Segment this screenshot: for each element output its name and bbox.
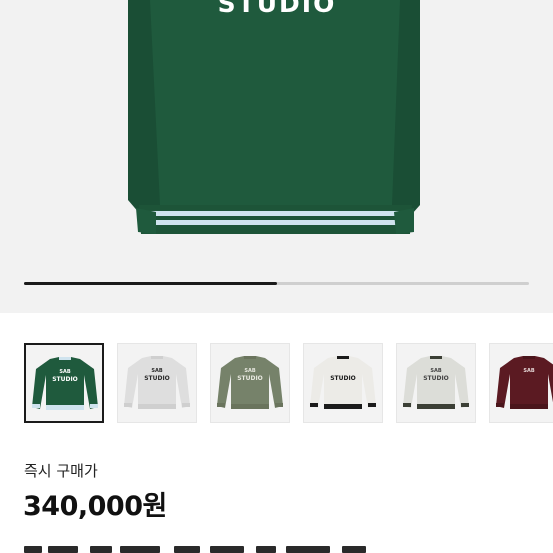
hem-band: [510, 404, 548, 409]
thumbnail-print-text: STUDIO: [330, 375, 356, 382]
sweatshirt-thumbnail-illustration: SAB: [496, 356, 553, 409]
thumbnail-print-text: STUDIO: [237, 375, 263, 382]
thumbnail-logo-text: SAB: [523, 368, 534, 374]
left-cuff: [136, 208, 156, 234]
thumbnail-print-text: STUDIO: [52, 376, 78, 383]
thumbnail-logo-text: SAB: [430, 368, 441, 374]
product-thumbnail-gray-dark-trim[interactable]: SAB STUDIO: [396, 343, 476, 423]
product-thumbnail-green[interactable]: SAB STUDIO: [24, 343, 104, 423]
left-cuff: [496, 403, 504, 407]
sweatshirt-thumbnail-illustration: SABSTUDIO: [217, 356, 283, 409]
hem-stripe: [139, 220, 412, 225]
product-hero-image[interactable]: STUDIO: [0, 0, 553, 313]
sweatshirt-body: [137, 0, 412, 205]
thumbnail-logo-text: SAB: [59, 369, 70, 375]
sweatshirt-body: [310, 356, 376, 408]
thumbnail-print-text: STUDIO: [423, 375, 449, 382]
sweatshirt-body: [496, 356, 553, 408]
thumbnail-print-text: STUDIO: [144, 375, 170, 382]
sweatshirt-thumbnail-illustration: STUDIO: [310, 356, 376, 409]
product-thumbnail-ivory-black-trim[interactable]: STUDIO: [303, 343, 383, 423]
thumbnail-logo-text: SAB: [244, 368, 255, 374]
image-carousel-progress-fill: [24, 282, 277, 285]
sweatshirt-body: [217, 356, 283, 408]
sweatshirt-thumbnail-illustration: SABSTUDIO: [32, 357, 98, 410]
collar: [337, 356, 349, 359]
hem-band: [138, 404, 176, 409]
right-cuff: [90, 404, 98, 408]
left-cuff: [310, 403, 318, 407]
product-thumbnail-light-gray[interactable]: SAB STUDIO: [117, 343, 197, 423]
right-cuff: [368, 403, 376, 407]
hem-band: [417, 404, 455, 409]
product-thumbnail-list: SAB STUDIO SAB STUDIO SAB STUDIO STUDIO SAB STUD…: [24, 343, 553, 423]
collar: [244, 356, 256, 359]
collar: [151, 356, 163, 359]
sweatshirt-hem: [139, 205, 412, 234]
collar: [59, 357, 71, 360]
sweatshirt-body: [403, 356, 469, 408]
left-cuff: [403, 403, 411, 407]
sweatshirt-thumbnail-illustration: SABSTUDIO: [403, 356, 469, 409]
sweatshirt-hero-illustration: STUDIO: [128, 0, 420, 234]
sweatshirt-thumbnail-illustration: SABSTUDIO: [124, 356, 190, 409]
left-cuff: [32, 404, 40, 408]
product-thumbnail-burgundy[interactable]: SAB: [489, 343, 553, 423]
hem-stripe: [139, 211, 412, 216]
right-cuff: [275, 403, 283, 407]
left-cuff: [124, 403, 132, 407]
hem-band: [46, 405, 84, 410]
cut-off-text-line: [24, 546, 384, 553]
collar: [523, 356, 535, 359]
hem-band: [324, 404, 362, 409]
sweatshirt-body: [124, 356, 190, 408]
right-cuff: [461, 403, 469, 407]
sweatshirt-body: [32, 357, 98, 409]
image-carousel-progress: [24, 282, 529, 285]
product-thumbnail-khaki[interactable]: SAB STUDIO: [210, 343, 290, 423]
right-cuff: [394, 208, 414, 234]
sweatshirt-print-text: STUDIO: [218, 0, 337, 18]
instant-buy-price: 340,000원: [23, 491, 167, 522]
left-cuff: [217, 403, 225, 407]
right-cuff: [182, 403, 190, 407]
instant-buy-price-label: 즉시 구매가: [24, 462, 98, 480]
collar: [430, 356, 442, 359]
hem-band: [231, 404, 269, 409]
thumbnail-logo-text: SAB: [151, 368, 162, 374]
